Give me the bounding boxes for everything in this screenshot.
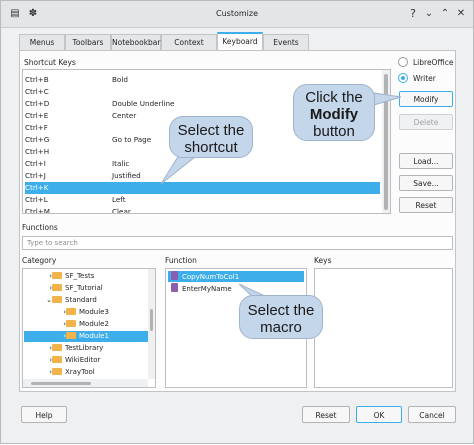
macro-callout: Select the macro (239, 295, 323, 339)
callout-pointers (160, 92, 402, 298)
callout-text: Select the (177, 122, 245, 139)
customize-dialog: ▤ ✽ Customize ? ⌄ ⌃ ✕ Menus Toolbars Not… (0, 0, 474, 444)
callout-text: shortcut (184, 139, 238, 156)
modify-callout: Click the Modify button (293, 84, 375, 141)
callout-text: Select the (247, 302, 315, 319)
callout-text: Modify (309, 106, 359, 123)
callout-text: macro (260, 319, 302, 336)
modify-callout-pointer (373, 92, 402, 106)
shortcut-callout: Select the shortcut (169, 116, 253, 158)
callout-text: button (313, 123, 355, 140)
callout-text: Click the (305, 89, 363, 106)
shortcut-callout-pointer (160, 154, 197, 185)
